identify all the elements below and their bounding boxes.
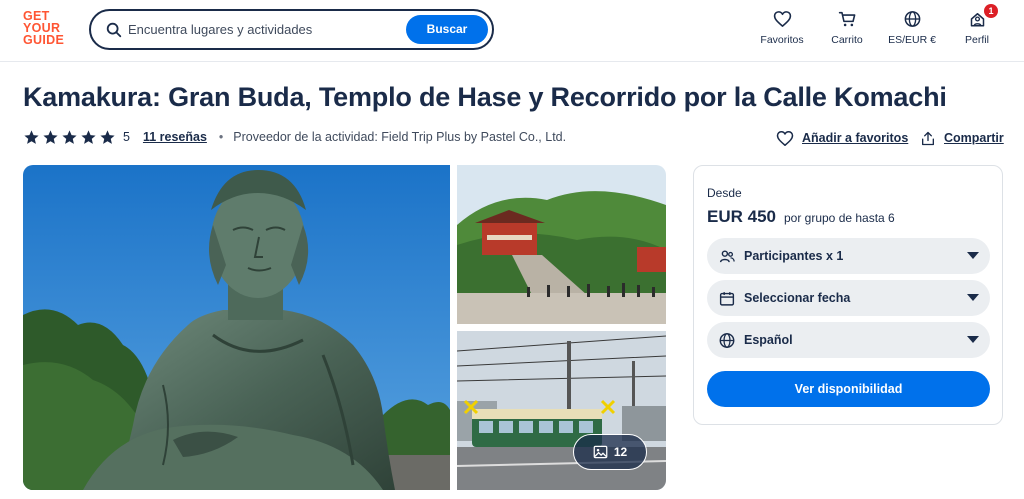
temple-photo <box>457 165 666 324</box>
language-label: Español <box>744 333 793 347</box>
star-icon <box>24 129 39 144</box>
date-label: Seleccionar fecha <box>744 291 851 305</box>
add-to-favorites-button[interactable]: Añadir a favoritos <box>776 127 908 149</box>
price-block: EUR 450 por grupo de hasta 6 <box>707 207 895 227</box>
nav-cart[interactable]: Carrito <box>826 10 868 46</box>
participants-icon <box>719 249 735 262</box>
share-icon <box>922 131 934 145</box>
star-rating <box>23 129 116 146</box>
star-icon <box>43 129 58 144</box>
calendar-icon <box>719 291 735 306</box>
star-icon <box>81 129 96 144</box>
participants-select[interactable]: Participantes x 1 <box>707 238 990 274</box>
nav-profile[interactable]: 1 Perfil <box>958 4 998 46</box>
globe-icon <box>904 11 920 27</box>
gallery-photo-temple[interactable] <box>457 165 666 324</box>
booking-card: Desde EUR 450 por grupo de hasta 6 Parti… <box>693 165 1003 425</box>
share-button[interactable]: Compartir <box>920 127 1004 149</box>
rating-row: 5 11 reseñas • Proveedor de la actividad… <box>23 127 566 147</box>
participants-label: Participantes x 1 <box>744 249 844 263</box>
view-all-photos-button[interactable]: 12 <box>573 434 647 470</box>
heart-icon <box>776 130 794 146</box>
price-unit: por grupo de hasta 6 <box>783 211 895 225</box>
star-icon <box>100 129 115 144</box>
heart-icon <box>773 11 791 27</box>
price-amount: EUR 450 <box>707 207 776 226</box>
search-bar[interactable]: Encuentra lugares y actividades Buscar <box>89 9 494 50</box>
chevron-down-icon <box>967 252 979 259</box>
price-from-label: Desde <box>707 186 742 200</box>
chevron-down-icon <box>967 294 979 301</box>
nav-profile-label: Perfil <box>965 34 989 46</box>
globe-icon <box>719 332 735 348</box>
share-label: Compartir <box>944 131 1004 145</box>
nav-currency-language[interactable]: ES/EUR € <box>882 10 942 46</box>
photo-count: 12 <box>613 445 628 459</box>
search-button[interactable]: Buscar <box>406 15 488 44</box>
separator-dot: • <box>218 130 224 144</box>
search-input[interactable]: Encuentra lugares y actividades <box>128 22 312 37</box>
getyourguide-logo[interactable]: GET YOUR GUIDE <box>23 10 73 47</box>
date-select[interactable]: Seleccionar fecha <box>707 280 990 316</box>
nav-cart-label: Carrito <box>831 34 863 46</box>
page-title: Kamakura: Gran Buda, Templo de Hase y Re… <box>23 82 947 112</box>
reviews-link[interactable]: 11 reseñas <box>143 130 207 144</box>
image-icon <box>593 445 608 459</box>
notification-badge: 1 <box>984 4 998 18</box>
logo-line-3: GUIDE <box>23 33 65 47</box>
check-availability-button[interactable]: Ver disponibilidad <box>707 371 990 407</box>
language-select[interactable]: Español <box>707 322 990 358</box>
nav-currency-label: ES/EUR € <box>888 34 936 46</box>
rating-score: 5 <box>123 130 130 144</box>
cart-icon <box>838 11 855 27</box>
nav-favorites[interactable]: Favoritos <box>756 10 808 46</box>
nav-favorites-label: Favoritos <box>760 34 804 46</box>
great-buddha-photo <box>23 165 450 490</box>
top-header: GET YOUR GUIDE Encuentra lugares y activ… <box>0 0 1024 62</box>
activity-provider: Proveedor de la actividad: Field Trip Pl… <box>233 130 567 144</box>
search-icon <box>106 22 122 38</box>
gallery-main-photo[interactable] <box>23 165 450 490</box>
chevron-down-icon <box>967 336 979 343</box>
star-icon <box>62 129 77 144</box>
add-to-favorites-label: Añadir a favoritos <box>802 131 909 145</box>
